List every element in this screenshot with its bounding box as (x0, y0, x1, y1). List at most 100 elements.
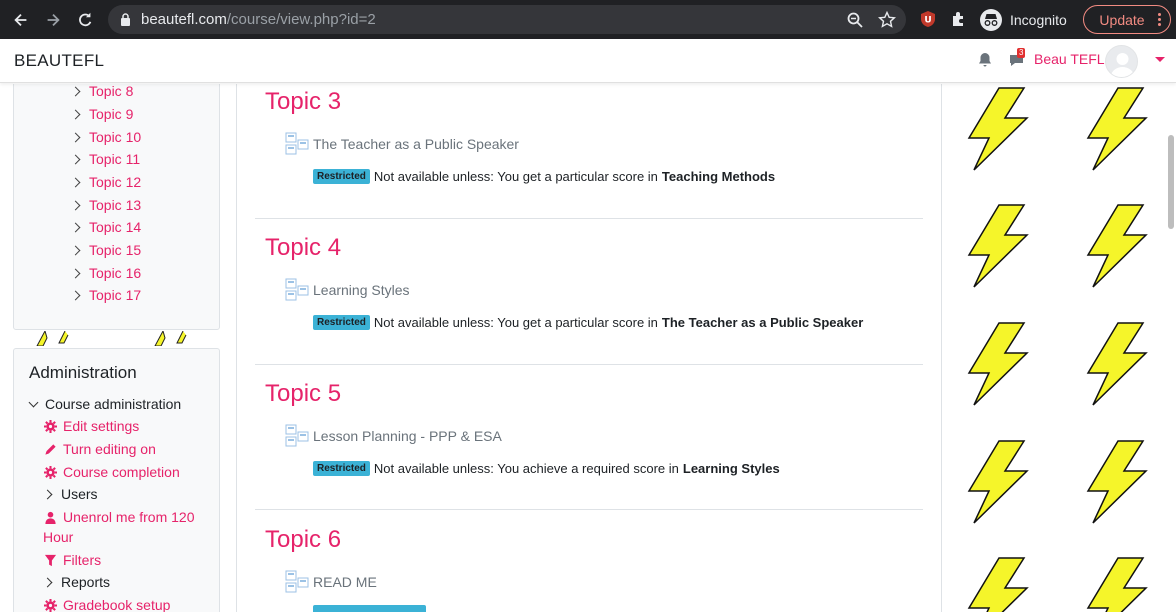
chevron-right-icon (70, 132, 81, 142)
incognito-label: Incognito (1010, 11, 1067, 28)
gradebook-setup-label: Gradebook setup (63, 597, 171, 612)
address-bar[interactable]: beautefl.com/course/view.php?id=2 (108, 5, 906, 34)
reload-icon[interactable] (70, 0, 100, 39)
gear-icon (44, 598, 57, 612)
page-scrollbar-thumb[interactable] (1168, 135, 1174, 229)
incognito-indicator[interactable]: Incognito (980, 7, 1067, 32)
chevron-right-icon (70, 177, 81, 187)
lightning-background-strip (13, 331, 220, 346)
restricted-badge: Restricted (313, 168, 370, 184)
chevron-right-icon (70, 86, 81, 96)
pencil-icon (45, 443, 56, 455)
filters-link[interactable]: Filters (44, 552, 101, 568)
left-sidebar: Topic 8 Topic 9 Topic 10 Topic 11 Topic … (0, 84, 236, 612)
chevron-right-icon (70, 200, 81, 210)
unenrol-link[interactable]: Unenrol me from 120 (44, 509, 195, 525)
unenrol-link-continued[interactable]: Hour (43, 529, 73, 545)
users-toggle[interactable]: Users (42, 486, 98, 502)
update-label: Update (1099, 11, 1145, 28)
restriction-info: Restricted Not available unless: You ach… (313, 459, 780, 477)
book-activity-icon (285, 570, 309, 593)
sidebar-item-topic-17[interactable]: Topic 17 (70, 284, 141, 306)
bookmark-star-icon[interactable] (878, 11, 896, 29)
restriction-target: Teaching Methods (661, 168, 776, 184)
sidebar-item-topic-10[interactable]: Topic 10 (70, 126, 142, 148)
section-title-topic-6[interactable]: Topic 6 (265, 526, 341, 554)
chevron-right-icon (70, 290, 81, 300)
sidebar-item-topic-9[interactable]: Topic 9 (70, 103, 134, 125)
reports-label: Reports (61, 574, 111, 590)
section-divider (255, 364, 923, 365)
turn-editing-on-link[interactable]: Turn editing on (44, 441, 156, 457)
chevron-down-icon (28, 397, 39, 407)
activity-name: READ ME (313, 574, 377, 590)
sidebar-item-topic-11[interactable]: Topic 11 (70, 148, 140, 170)
restriction-info: Restricted Not available unless: You get… (313, 313, 863, 331)
lightning-bolts-pattern (968, 87, 1147, 612)
sidebar-item-label: Topic 14 (89, 219, 142, 235)
user-name[interactable]: Beau TEFL (1034, 51, 1105, 67)
sidebar-item-label: Topic 9 (89, 106, 134, 122)
reports-toggle[interactable]: Reports (42, 574, 111, 590)
gear-icon (44, 419, 57, 433)
restriction-text: Not available unless: You achieve a requ… (373, 460, 679, 476)
user-icon (45, 511, 56, 524)
site-navbar: BEAUTEFL 3 Beau TEFL (0, 39, 1176, 83)
browser-toolbar: beautefl.com/course/view.php?id=2 U Inco… (0, 0, 1176, 39)
section-title-topic-5[interactable]: Topic 5 (265, 380, 341, 408)
sidebar-item-topic-12[interactable]: Topic 12 (70, 171, 142, 193)
extensions-puzzle-icon[interactable] (950, 10, 968, 28)
course-completion-link[interactable]: Course completion (44, 464, 180, 480)
sidebar-item-label: Topic 10 (89, 129, 142, 145)
url-host: beautefl.com (141, 11, 227, 28)
gear-icon (44, 465, 57, 479)
sidebar-item-topic-8[interactable]: Topic 8 (70, 84, 133, 102)
book-activity-icon (285, 132, 309, 155)
section-title-topic-4[interactable]: Topic 4 (265, 234, 341, 262)
page-body: Topic 8 Topic 9 Topic 10 Topic 11 Topic … (0, 84, 1176, 612)
sidebar-item-label: Topic 16 (89, 265, 142, 281)
user-menu-caret-icon[interactable] (1155, 57, 1165, 62)
update-button[interactable]: Update (1083, 5, 1171, 34)
activity-link[interactable]: Lesson Planning - PPP & ESA (285, 424, 502, 448)
chevron-right-icon (70, 154, 81, 164)
restriction-text: Not available unless: You get a particul… (373, 314, 658, 330)
back-arrow-icon[interactable] (6, 0, 36, 39)
administration-heading: Administration (29, 363, 137, 382)
notifications-bell-icon[interactable] (977, 52, 993, 68)
restricted-badge-partial (313, 605, 426, 612)
sidebar-item-label: Topic 15 (89, 242, 142, 258)
chevron-right-icon (70, 109, 81, 119)
book-activity-icon (285, 278, 309, 301)
user-avatar[interactable] (1105, 45, 1138, 78)
activity-name: The Teacher as a Public Speaker (313, 136, 519, 152)
chevron-right-icon (70, 245, 81, 255)
forward-arrow-icon[interactable] (38, 0, 68, 39)
zoom-icon[interactable] (846, 11, 864, 29)
administration-block: Administration Course administration Edi… (13, 348, 220, 612)
gradebook-setup-link[interactable]: Gradebook setup (44, 597, 170, 612)
chevron-right-icon (70, 222, 81, 232)
edit-settings-link[interactable]: Edit settings (44, 418, 139, 434)
incognito-icon (980, 8, 1002, 31)
sidebar-item-topic-13[interactable]: Topic 13 (70, 194, 141, 216)
sidebar-item-topic-15[interactable]: Topic 15 (70, 239, 142, 261)
restriction-text: Not available unless: You get a particul… (373, 168, 658, 184)
activity-link[interactable]: READ ME (285, 570, 377, 594)
section-title-topic-3[interactable]: Topic 3 (265, 88, 341, 116)
ublock-extension-icon[interactable]: U (919, 10, 937, 28)
course-administration-toggle[interactable]: Course administration (28, 396, 182, 412)
sidebar-item-label: Topic 12 (89, 174, 142, 190)
course-administration-label: Course administration (45, 396, 182, 412)
site-brand[interactable]: BEAUTEFL (14, 51, 104, 71)
course-navigation-block: Topic 8 Topic 9 Topic 10 Topic 11 Topic … (13, 84, 220, 330)
book-activity-icon (285, 424, 309, 447)
sidebar-item-topic-14[interactable]: Topic 14 (70, 216, 142, 238)
activity-link[interactable]: The Teacher as a Public Speaker (285, 132, 519, 156)
unenrol-label-line1: Unenrol me from 120 (63, 509, 195, 525)
lock-icon (121, 13, 130, 26)
activity-link[interactable]: Learning Styles (285, 278, 410, 302)
restriction-target: Learning Styles (682, 460, 780, 476)
sidebar-item-topic-16[interactable]: Topic 16 (70, 262, 142, 284)
users-label: Users (61, 486, 98, 502)
